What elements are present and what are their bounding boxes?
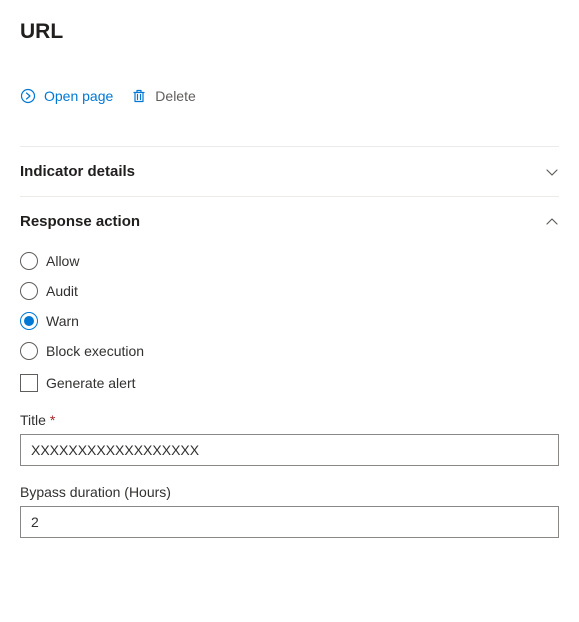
radio-block-execution[interactable]: Block execution [20,342,559,360]
radio-allow-label: Allow [46,253,79,269]
radio-block-execution-label: Block execution [46,343,144,359]
checkbox-box-icon [20,374,38,392]
bypass-duration-label: Bypass duration (Hours) [20,484,559,500]
indicator-details-title: Indicator details [20,163,135,180]
title-field-label: Title * [20,412,559,428]
response-action-body: Allow Audit Warn Block execution Generat… [20,246,559,538]
delete-label: Delete [155,88,195,104]
radio-circle-icon [20,342,38,360]
generate-alert-label: Generate alert [46,375,136,391]
page-title: URL [20,20,559,44]
bypass-duration-input[interactable] [20,506,559,538]
delete-link[interactable]: Delete [131,88,195,104]
chevron-down-icon [545,165,559,179]
open-page-link[interactable]: Open page [20,88,113,104]
radio-audit-label: Audit [46,283,78,299]
generate-alert-checkbox[interactable]: Generate alert [20,374,559,392]
radio-warn[interactable]: Warn [20,312,559,330]
open-page-label: Open page [44,88,113,104]
bypass-duration-field-group: Bypass duration (Hours) [20,484,559,538]
radio-circle-icon [20,312,38,330]
radio-audit[interactable]: Audit [20,282,559,300]
required-asterisk: * [50,412,55,428]
title-input[interactable] [20,434,559,466]
radio-circle-icon [20,252,38,270]
response-action-header[interactable]: Response action [20,197,559,246]
response-action-radio-group: Allow Audit Warn Block execution [20,252,559,360]
response-action-title: Response action [20,213,140,230]
chevron-up-icon [545,215,559,229]
delete-icon [131,88,147,104]
radio-warn-label: Warn [46,313,79,329]
indicator-details-header[interactable]: Indicator details [20,147,559,196]
open-page-icon [20,88,36,104]
radio-circle-icon [20,282,38,300]
title-field-group: Title * [20,412,559,466]
action-bar: Open page Delete [20,88,559,104]
radio-allow[interactable]: Allow [20,252,559,270]
